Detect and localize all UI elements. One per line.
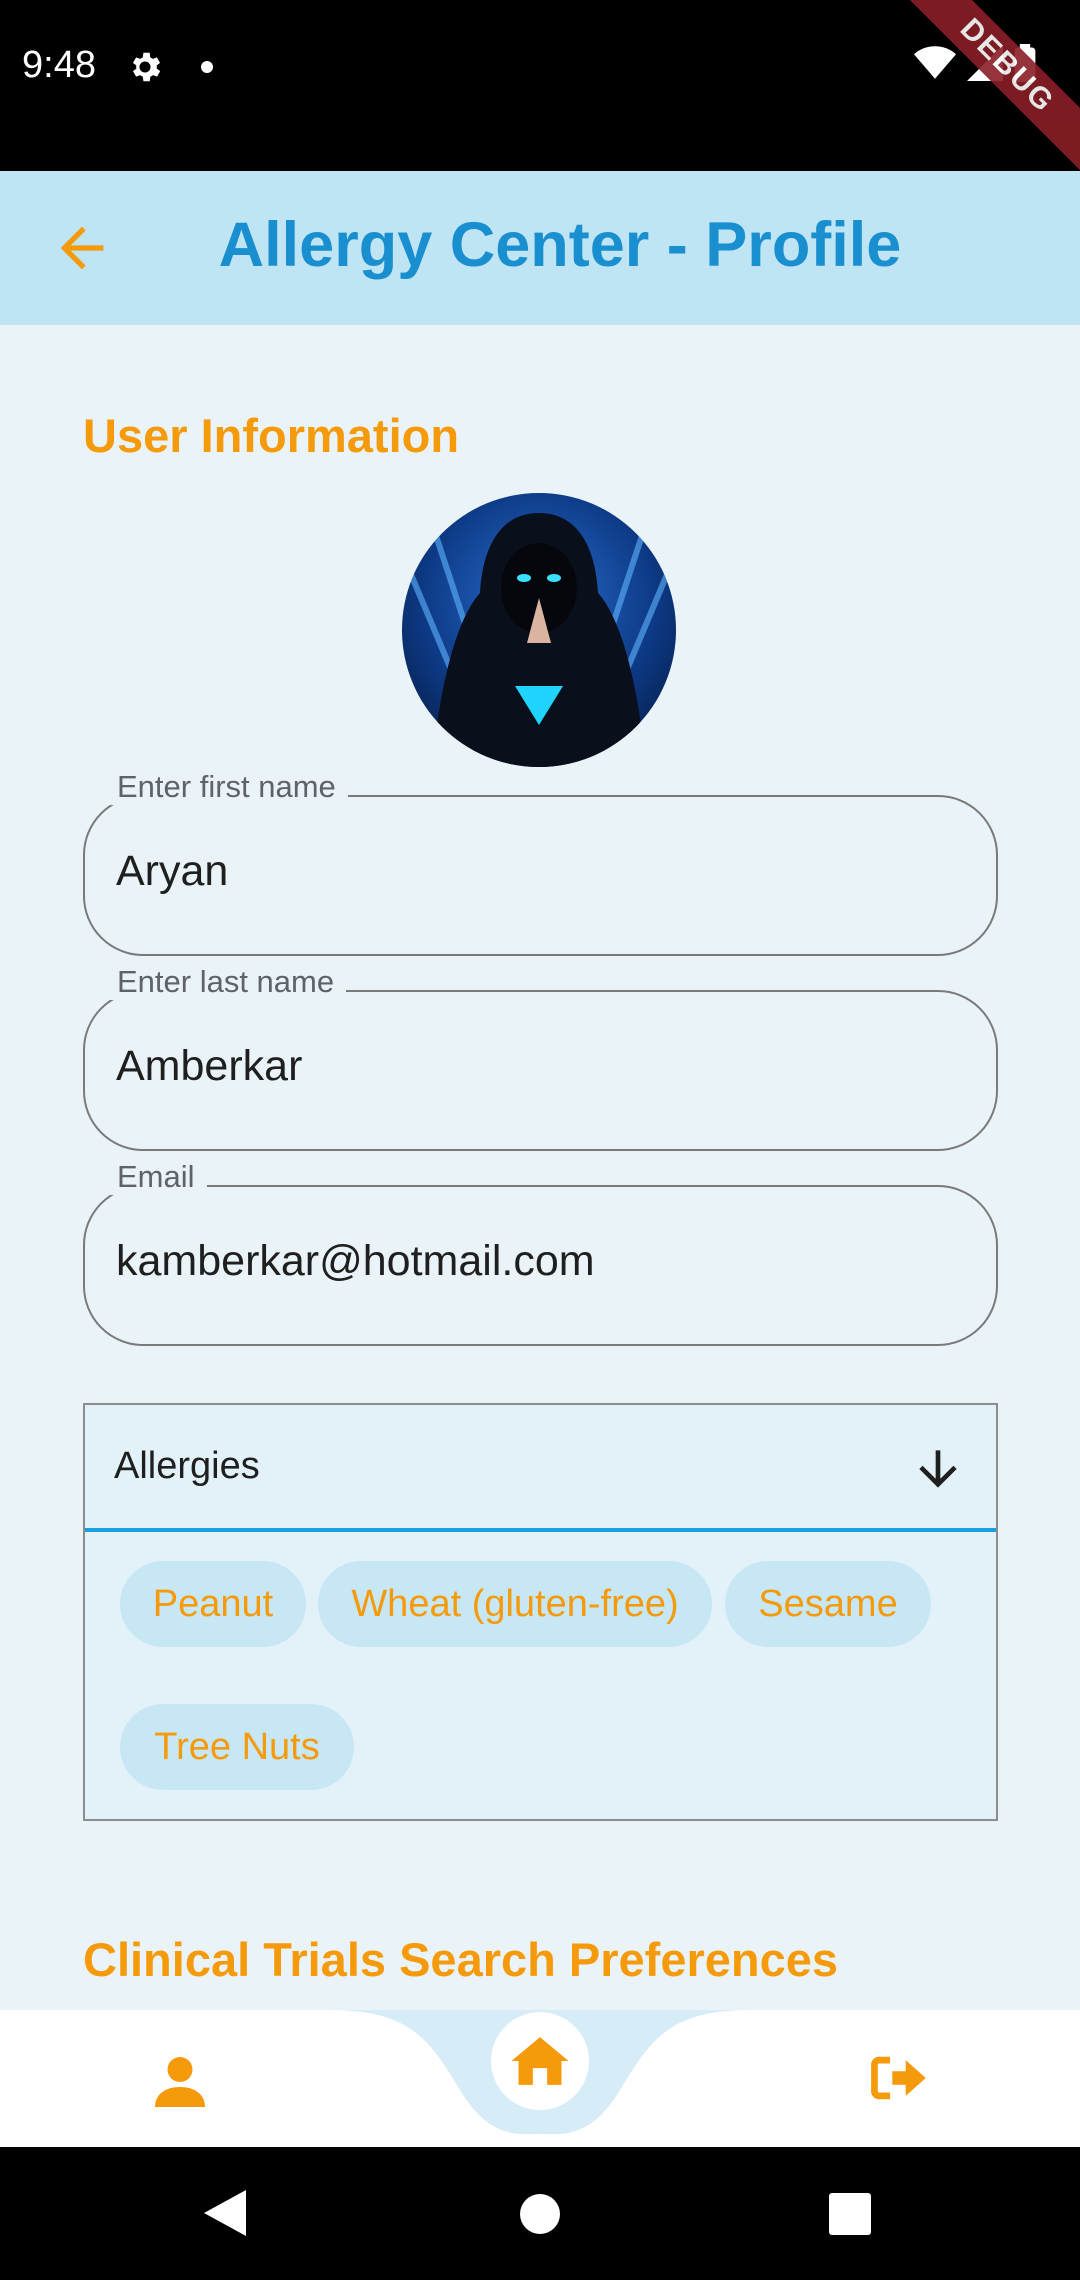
first-name-field[interactable]: Enter first name Aryan [83,769,998,956]
allergies-title: Allergies [114,1445,260,1487]
home-circle-icon[interactable] [519,2193,561,2235]
home-icon [511,2037,569,2085]
sign-out-icon [871,2056,926,2100]
status-bar: 9:48 DEBUG [0,0,1080,185]
email-field[interactable]: Email kamberkar@hotmail.com [83,1159,998,1346]
clinical-trials-heading: Clinical Trials Search Preferences [83,1933,839,1986]
debug-banner: DEBUG [888,0,1080,185]
wifi-icon [914,46,956,79]
first-name-value[interactable]: Aryan [116,847,228,896]
settings-gear-icon [126,48,164,91]
status-time: 9:48 [22,44,96,86]
email-label: Email [105,1159,207,1195]
first-name-label: Enter first name [105,769,348,805]
system-navigation-bar [0,2147,1080,2280]
allergy-chip-peanut[interactable]: Peanut [120,1561,306,1647]
app-bar: Allergy Center - Profile [0,171,1080,325]
user-information-heading: User Information [83,409,460,462]
recents-square-icon[interactable] [829,2193,871,2235]
allergies-dropdown[interactable]: Allergies [85,1405,996,1532]
nav-logout-button[interactable] [870,2052,928,2109]
allergies-select: Allergies Peanut Wheat (gluten-free) Ses… [83,1403,998,1821]
arrow-down-icon[interactable] [910,1441,966,1497]
avatar[interactable] [402,493,676,767]
last-name-value[interactable]: Amberkar [116,1042,302,1091]
person-icon [155,2057,205,2107]
last-name-label: Enter last name [105,964,347,1000]
nav-profile-button[interactable] [150,2052,210,2117]
nav-home-button[interactable] [491,2012,589,2110]
back-triangle-icon[interactable] [204,2190,246,2236]
hooded-figure-avatar-image [402,493,676,767]
allergy-chip-sesame[interactable]: Sesame [725,1561,931,1647]
allergy-chip-tree-nuts[interactable]: Tree Nuts [120,1704,354,1790]
notification-dot-icon [201,61,213,73]
last-name-field[interactable]: Enter last name Amberkar [83,964,998,1151]
allergy-chip-wheat[interactable]: Wheat (gluten-free) [318,1561,712,1647]
page-title: Allergy Center - Profile [218,210,902,280]
email-value[interactable]: kamberkar@hotmail.com [116,1237,595,1286]
